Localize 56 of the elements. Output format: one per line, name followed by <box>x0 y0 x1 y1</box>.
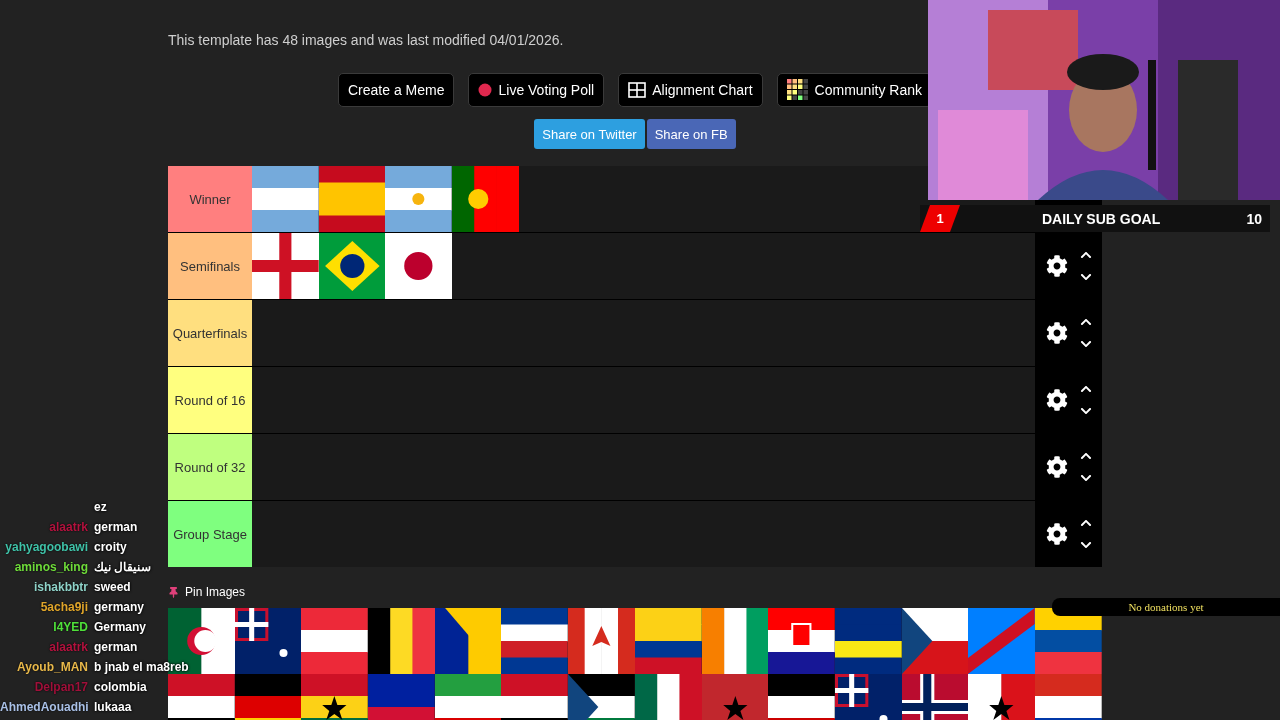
settings-icon[interactable] <box>1045 523 1068 545</box>
chat-message: german <box>94 520 138 534</box>
chat-username: Ayoub_MAN <box>16 660 88 674</box>
share-button[interactable]: Share on FB <box>646 119 736 149</box>
move-down-icon[interactable] <box>1079 405 1092 417</box>
tier-label: Group Stage <box>168 501 252 567</box>
settings-icon[interactable] <box>1045 255 1068 277</box>
chat-username: aminos_king <box>13 560 88 574</box>
action-button[interactable]: Create a Meme <box>338 73 455 107</box>
chat-message: german <box>94 640 138 654</box>
chat-message: Germany <box>94 620 147 634</box>
chat-message: germany <box>94 600 145 614</box>
chat-message: b jnab el ma8reb <box>94 660 189 674</box>
move-up-icon[interactable] <box>1079 383 1092 395</box>
settings-icon[interactable] <box>1045 322 1068 344</box>
chat-username: I4YED <box>52 620 88 634</box>
donations-banner: No donations yet <box>1052 598 1280 616</box>
tier-label: Round of 16 <box>168 367 252 433</box>
chat-message: croity <box>94 540 127 554</box>
chat-message: colombia <box>94 680 147 694</box>
chat-username: 5acha9ji <box>39 600 88 614</box>
move-down-icon[interactable] <box>1079 338 1092 350</box>
template-info: This template has 48 images and was last modified 04/01/2026. <box>168 32 565 48</box>
record-dot-icon <box>478 83 493 97</box>
chat-username: yahyagoobawi <box>4 540 88 554</box>
grid-icon <box>628 82 647 98</box>
settings-icon[interactable] <box>1045 389 1068 411</box>
tier-label: Winner <box>168 166 252 232</box>
move-down-icon[interactable] <box>1079 472 1092 484</box>
move-up-icon[interactable] <box>1079 517 1092 529</box>
move-up-icon[interactable] <box>1079 316 1092 328</box>
chat-username: alaatrk <box>48 640 88 654</box>
sub-count: 1 <box>920 205 960 232</box>
chat-username: ishakbbtr <box>33 580 88 594</box>
tier-grid-icon <box>786 79 809 101</box>
tier-label: Semifinals <box>168 233 252 299</box>
tier-label: Round of 32 <box>168 434 252 500</box>
sub-goal-target: 10 <box>1246 210 1262 227</box>
sub-goal-title: DAILY SUB GOAL <box>1042 210 1162 227</box>
move-down-icon[interactable] <box>1079 539 1092 551</box>
chat-message: lukaaa <box>94 700 132 714</box>
move-up-icon[interactable] <box>1079 249 1092 261</box>
move-up-icon[interactable] <box>1079 450 1092 462</box>
action-button[interactable]: Alignment Chart <box>618 73 763 107</box>
chat-message: ez <box>94 500 107 514</box>
pin-icon <box>168 586 179 598</box>
chat-username: alaatrk <box>48 520 88 534</box>
action-button[interactable]: Live Voting Poll <box>468 73 605 107</box>
chat-message: سنيقال نيك <box>94 560 152 574</box>
move-down-icon[interactable] <box>1079 271 1092 283</box>
chat-username: Delpan17 <box>33 680 88 694</box>
chat-message: sweed <box>94 580 131 594</box>
pin-images-label[interactable]: Pin Images <box>185 585 246 599</box>
chat-username: AhmedAouadhi <box>0 700 88 714</box>
settings-icon[interactable] <box>1045 456 1068 478</box>
tier-label: Quarterfinals <box>168 300 252 366</box>
